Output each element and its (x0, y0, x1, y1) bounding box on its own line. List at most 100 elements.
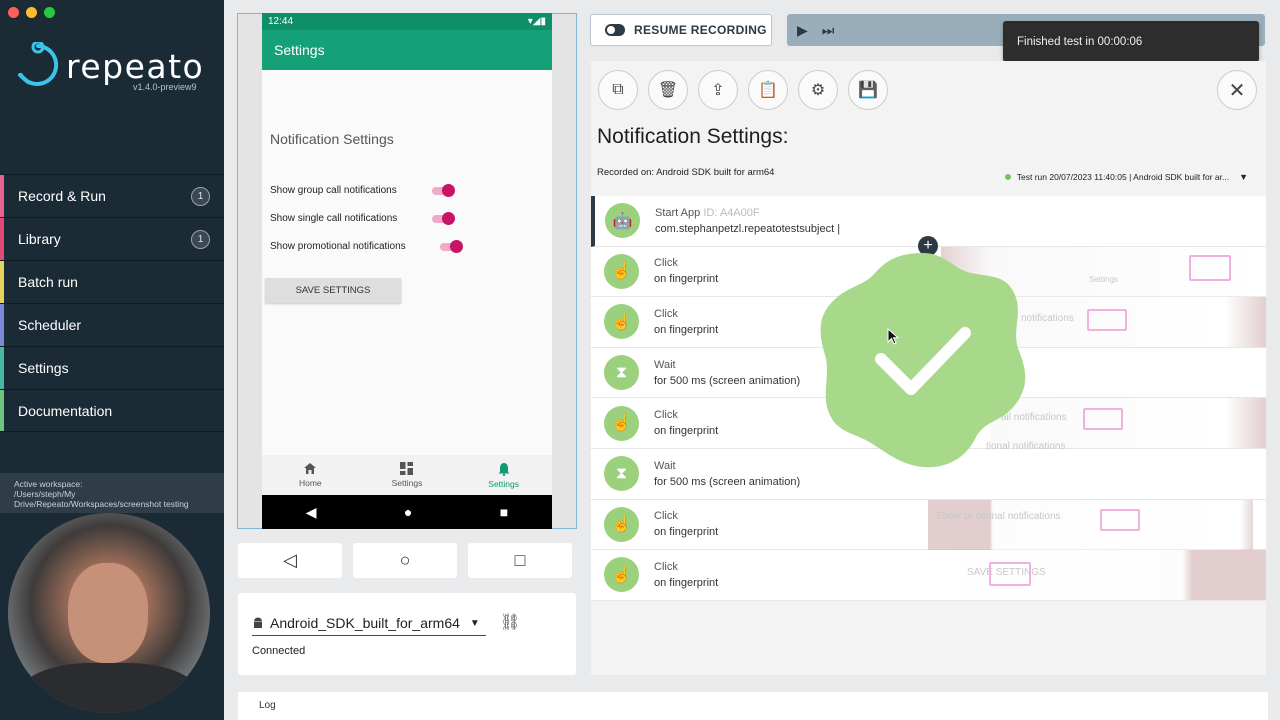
sidebar-item-scheduler[interactable]: Scheduler (0, 303, 224, 346)
screen-title: Notification Settings (270, 131, 394, 147)
nav-color-bar (0, 218, 4, 260)
step-title: Start App (655, 206, 701, 219)
clipboard-button[interactable]: 📋 (748, 70, 788, 110)
bell-icon (498, 462, 510, 476)
sidebar: repeato v1.4.0-preview9 Record & Run 1 L… (0, 0, 224, 720)
step-detail: on fingerprint (654, 273, 719, 286)
resume-recording-button[interactable]: RESUME RECORDING (590, 14, 772, 46)
bottom-nav-label: Home (298, 478, 322, 488)
step-detail: on fingerprint (654, 576, 719, 589)
home-button[interactable]: ○ (353, 543, 457, 578)
toast-text: Finished test in 00:00:06 (1017, 35, 1143, 48)
step-title: Click (654, 409, 678, 422)
tap-icon: ☝ (604, 253, 639, 289)
promotional-row[interactable]: Show promotional notifications (270, 239, 463, 253)
hourglass-icon: ⧗ (604, 456, 639, 492)
close-button[interactable]: ✕ (1217, 70, 1257, 110)
circle-icon: ○ (399, 550, 411, 570)
step-title: Wait (654, 459, 676, 472)
caret-down-icon: ▼ (1239, 172, 1248, 182)
toggle-switch[interactable] (432, 183, 455, 197)
close-window-icon[interactable] (8, 7, 19, 18)
single-call-row[interactable]: Show single call notifications (270, 211, 455, 225)
sidebar-item-settings[interactable]: Settings (0, 346, 224, 389)
back-nav-icon[interactable]: ◀ (306, 504, 317, 521)
back-button[interactable]: ◁ (238, 543, 342, 578)
device-select[interactable]: Android_SDK_built_for_arm64 ▼ (252, 611, 486, 636)
save-button[interactable]: 💾 (848, 70, 888, 110)
android-status-bar: 12:44 ▾◢▮ (262, 13, 552, 30)
settings-button[interactable]: ⚙ (798, 70, 838, 110)
bottom-nav-settings[interactable]: Settings (367, 462, 447, 488)
resume-recording-label: RESUME RECORDING (634, 23, 767, 37)
step-text: Click on fingerprint (654, 508, 718, 540)
nav-color-bar (0, 304, 4, 346)
unlink-icon[interactable]: ⛓ (500, 612, 520, 632)
app-bar-title: Settings (274, 42, 325, 58)
step-id: ID: A4A00F (703, 206, 760, 219)
sidebar-item-label: Record & Run (18, 188, 106, 204)
android-icon: 🤖 (605, 203, 640, 239)
close-icon: ✕ (1228, 79, 1246, 102)
logo-text: repeato (66, 46, 205, 86)
play-icon[interactable]: ▶ (797, 22, 808, 39)
step-row[interactable]: ☝ Click on fingerprint SAVE SETTINGS (591, 550, 1266, 601)
sidebar-item-label: Documentation (18, 402, 113, 419)
delete-list-icon: 🗑 (657, 82, 679, 99)
webcam-overlay (8, 513, 210, 713)
count-badge: 1 (191, 186, 210, 206)
duplicate-button[interactable]: ⧉ (598, 70, 638, 110)
sidebar-item-library[interactable]: Library 1 (0, 217, 224, 260)
home-nav-icon[interactable]: ● (404, 504, 412, 520)
sidebar-nav: Record & Run 1 Library 1 Batch run Sched… (0, 174, 224, 432)
bottom-navigation: Home Settings Settings (262, 455, 552, 495)
step-text: Click on fingerprint (654, 407, 718, 439)
minimize-window-icon[interactable] (26, 7, 37, 18)
sidebar-item-documentation[interactable]: Documentation (0, 389, 224, 432)
device-card: Android_SDK_built_for_arm64 ▼ ⛓ Connecte… (238, 593, 576, 675)
step-title: Click (654, 307, 678, 320)
thumb-highlight (1189, 254, 1231, 281)
toggle-switch[interactable] (432, 211, 455, 225)
tap-icon: ☝ (604, 557, 639, 593)
device-screen[interactable]: 12:44 ▾◢▮ Settings Notification Settings… (262, 13, 552, 529)
square-icon: □ (514, 550, 526, 570)
status-dot (1004, 174, 1011, 180)
device-controls: ◁ ○ □ (238, 543, 572, 578)
recorded-on: Recorded on: Android SDK built for arm64 (597, 167, 775, 178)
bottom-nav-notifications[interactable]: Settings (464, 462, 544, 489)
step-title: Click (654, 560, 678, 573)
version-label: v1.4.0-preview9 (133, 82, 197, 92)
thumb-label: Show pr otional notifications (936, 510, 1061, 522)
step-detail: on fingerprint (654, 425, 719, 438)
tap-icon: ☝ (604, 506, 639, 542)
test-run-select[interactable]: Test run 20/07/2023 11:40:05 | Android S… (1004, 172, 1248, 182)
group-call-row[interactable]: Show group call notifications (270, 183, 455, 197)
hourglass-icon: ⧗ (604, 355, 639, 391)
sidebar-item-label: Scheduler (18, 317, 82, 333)
recents-button[interactable]: □ (468, 543, 572, 578)
bottom-nav-home[interactable]: Home (270, 462, 350, 488)
toggle-switch[interactable] (440, 239, 463, 253)
nav-color-bar (0, 261, 4, 303)
step-detail: com.stephanpetzl.repeatotestsubject | (655, 222, 841, 235)
step-forward-icon[interactable]: ⏭ (822, 22, 835, 39)
sidebar-item-record-run[interactable]: Record & Run 1 (0, 174, 224, 217)
bottom-nav-label: Settings (488, 478, 519, 489)
test-toolbar: ⧉ 🗑 ⇪ 📋 ⚙ 💾 (598, 70, 888, 110)
export-button[interactable]: ⇪ (698, 70, 738, 110)
log-bar[interactable]: Log (238, 692, 1268, 720)
step-detail: for 500 ms (screen animation) (654, 475, 801, 488)
clear-steps-button[interactable]: 🗑 (648, 70, 688, 110)
step-row[interactable]: ☝ Click on fingerprint Show pr otional n… (591, 499, 1266, 551)
maximize-window-icon[interactable] (44, 7, 55, 18)
save-settings-button[interactable]: SAVE SETTINGS (265, 278, 401, 303)
count-badge: 1 (191, 229, 210, 249)
sidebar-item-batch-run[interactable]: Batch run (0, 260, 224, 303)
repeato-logo-icon (18, 42, 59, 86)
recents-nav-icon[interactable]: ■ (500, 504, 508, 520)
step-text: Click on fingerprint (654, 559, 718, 591)
nav-color-bar (0, 347, 4, 389)
tap-icon: ☝ (604, 405, 639, 441)
step-text: Wait for 500 ms (screen animation) (654, 357, 800, 389)
